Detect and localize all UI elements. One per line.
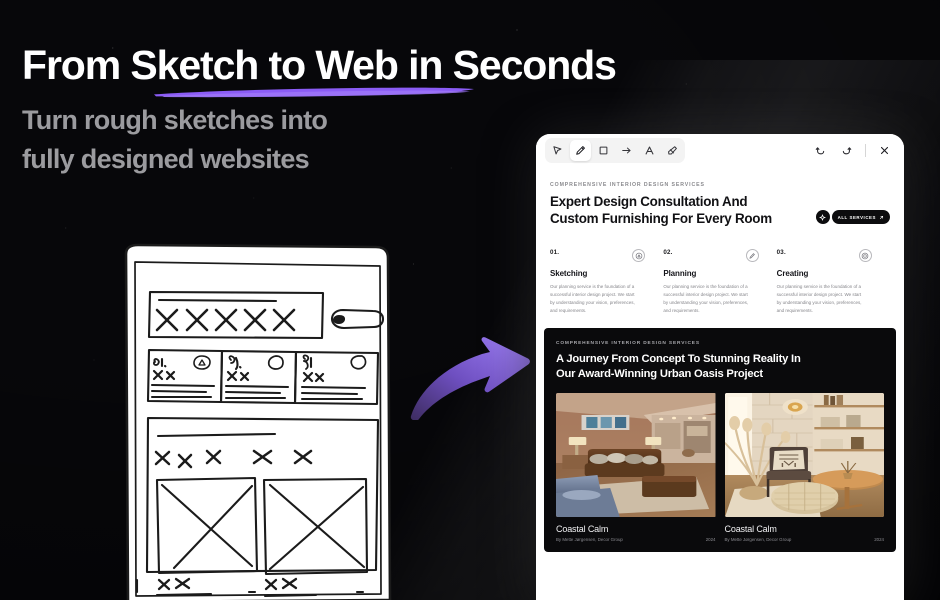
hero-subhead-line-2: fully designed websites (22, 143, 310, 174)
step-body: Our planning service is the foundation o… (663, 284, 749, 313)
step-card: 02. Planning Our planning service is the… (663, 249, 776, 314)
eraser-tool[interactable] (662, 140, 683, 161)
step-body: Our planning service is the foundation o… (776, 284, 862, 313)
project-card-author: By Mette Jørgensen, Decor Group (556, 537, 623, 543)
project-card[interactable]: Coastal Calm By Mette Jørgensen, Decor G… (724, 393, 885, 542)
arrow-right-icon (622, 147, 631, 153)
step-head: 02. (663, 249, 766, 263)
sketch-badge-icon (632, 249, 646, 263)
step-card: 03. Creating Our planning service is the… (777, 249, 890, 314)
project-card-meta: By Mette Jørgensen, Decor Group 2024 (556, 537, 716, 542)
step-body: Our planning service is the foundation o… (550, 284, 635, 313)
sketch-glyph-icon (635, 252, 643, 260)
drawing-tool-group (545, 137, 685, 163)
project-card-title: Coastal Calm (556, 524, 609, 535)
project-image-boho-nook (724, 393, 884, 518)
hero-row: Expert Design Consultation And Custom Fu… (550, 188, 890, 227)
close-icon (880, 146, 889, 154)
build-glyph-icon (862, 252, 869, 260)
step-head: 01. (550, 249, 653, 263)
step-title: Creating (776, 269, 809, 279)
pencil-icon (576, 145, 585, 155)
project-card[interactable]: Coastal Calm By Mette Jørgensen, Decor G… (556, 393, 716, 542)
undo-button[interactable] (810, 140, 831, 161)
step-title: Planning (663, 269, 697, 279)
undo-icon (815, 146, 825, 154)
project-cards: Coastal Calm By Mette Jørgensen, Decor G… (556, 393, 884, 542)
hero-subhead: Turn rough sketches into fully designed … (22, 101, 616, 178)
project-card-year: 2024 (705, 537, 716, 543)
hero-heading: Expert Design Consultation And Custom Fu… (550, 193, 772, 227)
project-card-year: 2024 (874, 537, 884, 543)
steps-section: 01. Sketching Our planning service is th… (550, 249, 890, 328)
redo-button[interactable] (836, 140, 857, 161)
project-card-title: Coastal Calm (724, 524, 777, 535)
band-eyebrow: COMPREHENSIVE INTERIOR DESIGN SERVICES (556, 341, 700, 347)
arrow-tool[interactable] (616, 140, 637, 161)
build-badge-icon (858, 249, 872, 263)
square-tool[interactable] (593, 140, 614, 161)
pencil-badge-icon (745, 249, 759, 263)
screenshot-stage: From Sketch to Web in Seconds Turn rough… (0, 0, 940, 600)
eraser-icon (668, 145, 677, 154)
text-a-icon (645, 146, 654, 154)
pencil-tool[interactable] (570, 139, 591, 161)
hero-heading-line-2: Custom Furnishing For Every Room (550, 211, 772, 227)
cursor-icon (553, 145, 562, 154)
step-number: 01. (550, 249, 560, 257)
sparkle-icon (819, 213, 827, 221)
arrow-up-right-icon (879, 215, 884, 219)
project-showcase-band: COMPREHENSIVE INTERIOR DESIGN SERVICES A… (544, 328, 896, 553)
cta-badge (815, 210, 830, 225)
wireframe-sketch (124, 243, 392, 600)
toolbar-actions (810, 140, 895, 161)
hero-text-block: From Sketch to Web in Seconds Turn rough… (22, 42, 617, 178)
page-title-text: From Sketch to Web in Seconds (22, 42, 617, 88)
close-button[interactable] (874, 140, 895, 161)
cta-pill: ALL SERVICES (831, 210, 890, 225)
cta-label: ALL SERVICES (837, 214, 876, 220)
band-heading-line-2: Our Award-Winning Urban Oasis Project (556, 367, 763, 380)
step-card: 01. Sketching Our planning service is th… (550, 249, 663, 314)
hero-heading-line-1: Expert Design Consultation And (550, 194, 748, 209)
hero-subhead-line-1: Turn rough sketches into (22, 105, 328, 136)
app-window: COMPREHENSIVE INTERIOR DESIGN SERVICES E… (536, 134, 904, 600)
project-card-meta: By Mette Jørgensen, Decor Group 2024 (725, 537, 885, 542)
redo-icon (842, 146, 852, 154)
step-head: 03. (776, 249, 880, 263)
toolbar-divider (865, 143, 866, 157)
all-services-button[interactable]: ALL SERVICES (815, 210, 890, 225)
square-icon (599, 146, 608, 154)
curved-arrow-right-icon (410, 337, 530, 420)
step-number: 02. (663, 249, 673, 257)
pencil-glyph-icon (749, 253, 755, 259)
step-title: Sketching (550, 269, 588, 279)
generated-website-preview: COMPREHENSIVE INTERIOR DESIGN SERVICES E… (536, 166, 904, 329)
text-tool[interactable] (639, 140, 660, 161)
editor-toolbar (536, 134, 904, 166)
band-heading-line-1: A Journey From Concept To Stunning Reali… (556, 353, 801, 366)
project-image-living-room (556, 393, 716, 518)
page-title: From Sketch to Web in Seconds (22, 42, 617, 98)
project-card-author: By Mette Jørgensen, Decor Group (724, 537, 792, 543)
step-number: 03. (776, 249, 786, 257)
hero-eyebrow: COMPREHENSIVE INTERIOR DESIGN SERVICES (550, 182, 705, 188)
band-heading: A Journey From Concept To Stunning Reali… (556, 352, 884, 381)
cursor-tool[interactable] (547, 140, 568, 161)
